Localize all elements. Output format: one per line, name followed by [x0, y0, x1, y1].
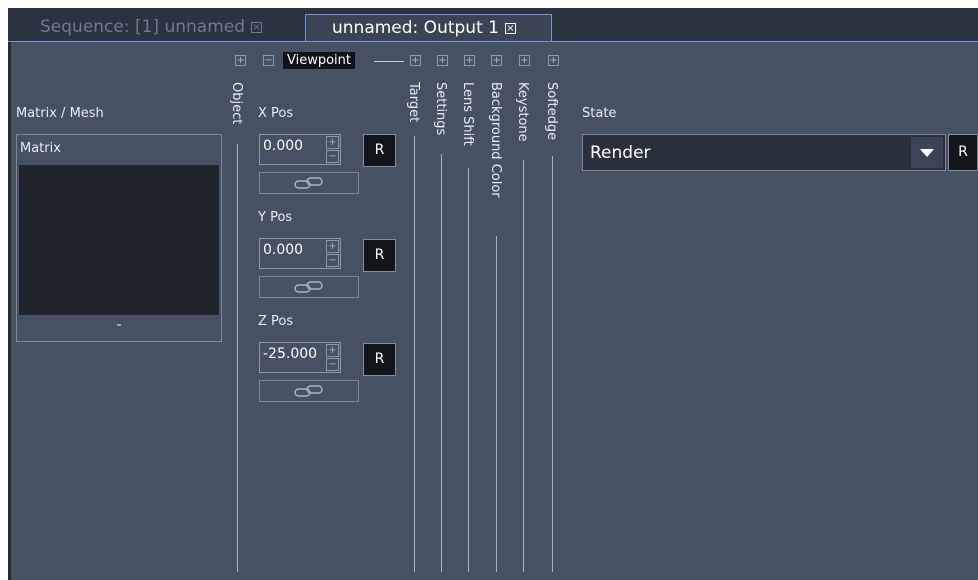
y-pos-value: 0.000 [263, 242, 304, 258]
state-dropdown[interactable]: Render [582, 134, 946, 171]
chain-link-icon [294, 177, 324, 189]
object-header[interactable]: Object [229, 82, 244, 124]
tab-output[interactable]: unnamed: Output 1 × [305, 14, 552, 42]
y-pos-link-button[interactable] [259, 276, 359, 298]
background-color-header[interactable]: Background Color [488, 82, 503, 198]
close-icon[interactable]: × [251, 21, 263, 33]
increment-icon[interactable]: + [326, 136, 339, 149]
viewpoint-header-line [374, 61, 404, 62]
background-color-divider [496, 236, 497, 572]
lens-shift-header[interactable]: Lens Shift [460, 82, 475, 146]
object-divider [237, 144, 238, 572]
keystone-header[interactable]: Keystone [515, 82, 530, 142]
close-icon[interactable]: × [504, 22, 516, 34]
keystone-divider [523, 160, 524, 572]
x-pos-input[interactable]: 0.000 + − [259, 134, 341, 165]
z-pos-link-button[interactable] [259, 380, 359, 402]
expand-background-color-plus-icon[interactable]: + [491, 55, 502, 66]
chain-link-icon [294, 385, 324, 397]
y-pos-label: Y Pos [258, 210, 293, 225]
lens-shift-divider [468, 168, 469, 572]
expand-lens-shift-plus-icon[interactable]: + [464, 55, 475, 66]
decrement-icon[interactable]: − [326, 358, 339, 371]
target-divider [414, 136, 415, 572]
settings-header[interactable]: Settings [433, 82, 448, 135]
target-header[interactable]: Target [406, 82, 421, 122]
list-footer: - [116, 317, 122, 333]
z-pos-input[interactable]: -25.000 + − [259, 342, 341, 373]
collapse-viewpoint-minus-icon[interactable]: − [263, 55, 274, 66]
panel-edge [8, 42, 11, 580]
settings-divider [441, 154, 442, 572]
state-value: Render [590, 143, 651, 163]
tab-output-label: unnamed: Output 1 [332, 18, 499, 38]
y-pos-input[interactable]: 0.000 + − [259, 238, 341, 269]
tab-sequence[interactable]: Sequence: [1] unnamed × [14, 14, 304, 42]
y-pos-reset-button[interactable]: R [363, 239, 396, 272]
expand-object-plus-icon[interactable]: + [235, 55, 246, 66]
expand-target-plus-icon[interactable]: + [410, 55, 421, 66]
output-window: Sequence: [1] unnamed × unnamed: Output 1… [8, 8, 978, 580]
expand-softedge-plus-icon[interactable]: + [548, 55, 559, 66]
z-pos-label: Z Pos [258, 314, 294, 329]
z-pos-value: -25.000 [263, 346, 318, 362]
x-pos-link-button[interactable] [259, 172, 359, 194]
triangle-down-icon[interactable] [911, 137, 943, 168]
x-pos-reset-button[interactable]: R [363, 134, 396, 167]
list-area[interactable] [19, 165, 219, 315]
matrix-mesh-label: Matrix / Mesh [16, 106, 104, 121]
x-pos-value: 0.000 [263, 138, 304, 154]
matrix-mesh-list[interactable]: Matrix - [16, 134, 222, 342]
increment-icon[interactable]: + [326, 240, 339, 253]
state-reset-button[interactable]: R [948, 134, 978, 171]
list-header: Matrix [20, 141, 61, 156]
state-label: State [582, 106, 617, 121]
chain-link-icon [294, 281, 324, 293]
x-pos-label: X Pos [258, 106, 294, 121]
decrement-icon[interactable]: − [326, 150, 339, 163]
expand-settings-plus-icon[interactable]: + [437, 55, 448, 66]
tab-sequence-label: Sequence: [1] unnamed [40, 17, 246, 37]
viewpoint-header[interactable]: Viewpoint [283, 52, 356, 69]
increment-icon[interactable]: + [326, 344, 339, 357]
z-pos-reset-button[interactable]: R [363, 343, 396, 376]
expand-keystone-plus-icon[interactable]: + [519, 55, 530, 66]
tab-divider [8, 41, 978, 42]
decrement-icon[interactable]: − [326, 254, 339, 267]
softedge-header[interactable]: Softedge [544, 82, 559, 140]
tab-bar: Sequence: [1] unnamed × unnamed: Output 1… [8, 8, 978, 42]
softedge-divider [552, 156, 553, 572]
